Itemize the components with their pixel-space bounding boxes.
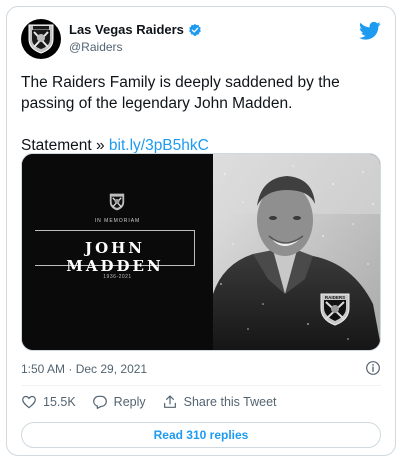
tweet-body: The Raiders Family is deeply saddened by… (21, 74, 340, 112)
portrait-illustration: RAIDERS (213, 154, 380, 350)
tweet-timestamp[interactable]: 1:50 AM · Dec 29, 2021 (21, 362, 147, 376)
like-button[interactable]: 15.5K (21, 394, 76, 410)
reply-bubble-icon (92, 395, 107, 409)
read-replies-button[interactable]: Read 310 replies (21, 422, 381, 448)
heart-icon (22, 395, 36, 409)
account-names: Las Vegas Raiders @Raiders (69, 22, 202, 54)
jacket-wordmark: RAIDERS (325, 295, 345, 300)
in-memoriam-label: IN MEMORIAM (94, 218, 141, 224)
avatar[interactable] (21, 19, 61, 59)
meta-separator: · (65, 362, 76, 376)
share-label: Share this Tweet (183, 395, 277, 409)
statement-prefix: Statement » (21, 137, 109, 154)
memoriam-name: JOHN MADDEN (66, 239, 164, 275)
tweet-card: Las Vegas Raiders @Raiders The Raiders F… (6, 6, 396, 456)
john-madden-photo: RAIDERS (213, 154, 380, 350)
tweet-header: Las Vegas Raiders @Raiders (21, 19, 381, 63)
raiders-shield-icon (28, 24, 54, 54)
memoriam-panel: IN MEMORIAM JOHN MADDEN 1936-2021 (22, 154, 213, 350)
info-icon[interactable] (365, 360, 381, 376)
verified-badge-icon (189, 23, 201, 36)
account-handle[interactable]: @Raiders (69, 40, 202, 54)
reply-button[interactable]: Reply (92, 394, 146, 410)
tweet-actions: 15.5K Reply Share this Tweet (21, 394, 293, 410)
divider (21, 385, 381, 386)
memoriam-years: 1936-2021 (103, 274, 132, 280)
tweet-date: Dec 29, 2021 (75, 362, 148, 376)
tweet-time: 1:50 AM (21, 362, 66, 376)
twitter-bird-icon[interactable] (359, 21, 381, 41)
share-button[interactable]: Share this Tweet (162, 394, 277, 410)
raiders-shield-logo-icon (109, 193, 125, 211)
statement-link[interactable]: bit.ly/3pB5hkC (109, 137, 209, 154)
like-count: 15.5K (43, 395, 76, 409)
tweet-media-image[interactable]: IN MEMORIAM JOHN MADDEN 1936-2021 RAIDER… (21, 153, 381, 351)
reply-label: Reply (113, 395, 146, 409)
display-name[interactable]: Las Vegas Raiders (69, 22, 184, 37)
share-upload-icon (163, 395, 176, 408)
